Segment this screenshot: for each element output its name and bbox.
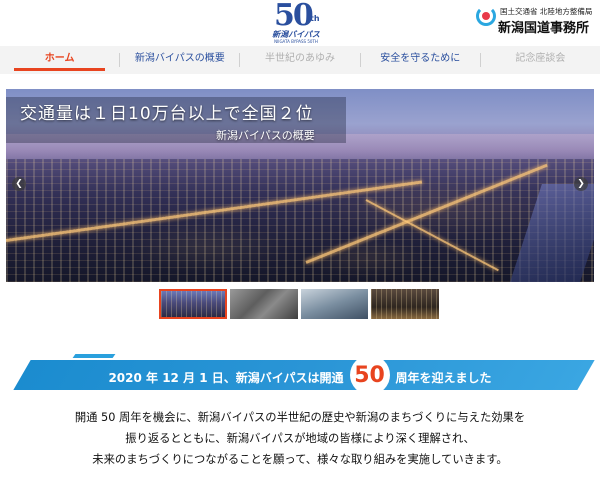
nav-item-home[interactable]: ホーム bbox=[0, 46, 119, 74]
intro-line: 開通 50 周年を機会に、新潟バイパスの半世紀の歴史や新潟のまちづくりに与えた効… bbox=[74, 411, 526, 424]
intro-line: 振り返るとともに、新潟バイパスが地域の皆様により深く理解され、 bbox=[125, 432, 475, 445]
anniversary-banner: 2020 年 12 月 1 日、新潟バイパスは開通 50 周年を迎えました bbox=[0, 352, 600, 395]
hero-subtitle-link[interactable]: 新潟バイパスの概要 bbox=[216, 127, 315, 143]
nav-item-safety[interactable]: 安全を守るために bbox=[361, 46, 480, 74]
main-nav: ホーム 新潟バイパスの概要 半世紀のあゆみ 安全を守るために 記念座談会 bbox=[0, 46, 600, 74]
nav-item-history: 半世紀のあゆみ bbox=[265, 53, 335, 64]
office-name: 新潟国道事務所 bbox=[498, 21, 590, 36]
ministry-label: 国土交通省 北陸地方整備局 bbox=[500, 7, 593, 16]
intro-line: 未来のまちづくりにつながることを願って、様々な取り組みを実施していきます。 bbox=[92, 453, 508, 466]
mlit-emblem-icon bbox=[476, 6, 496, 26]
highway-thumbnail[interactable] bbox=[229, 289, 298, 319]
intro-text: 開通 50 周年を機会に、新潟バイパスの半世紀の歴史や新潟のまちづくりに与えた効… bbox=[0, 407, 600, 470]
banner-stripe bbox=[72, 354, 116, 358]
logo-english: NIIGATA BYPASS 50TH bbox=[274, 39, 318, 44]
banner-text: 2020 年 12 月 1 日、新潟バイパスは開通 50 周年を迎えました bbox=[0, 355, 600, 395]
nav-item-overview[interactable]: 新潟バイパスの概要 bbox=[120, 46, 239, 74]
chevron-right-icon[interactable]: ❯ bbox=[574, 177, 588, 191]
banner-text-after: 周年を迎えました bbox=[395, 370, 492, 385]
hero-slider[interactable]: 交通量は１日10万台以上で全国２位 新潟バイパスの概要 ❮ ❯ bbox=[6, 89, 594, 282]
slider-thumbnails bbox=[159, 289, 440, 319]
anniversary-logo[interactable]: 50 th 新潟バイパス NIIGATA BYPASS 50TH bbox=[264, 0, 328, 44]
thumbnail-texture bbox=[371, 289, 440, 319]
ceremony-thumbnail[interactable] bbox=[371, 289, 440, 319]
chevron-left-icon[interactable]: ❮ bbox=[12, 177, 26, 191]
hero-title: 交通量は１日10万台以上で全国２位 bbox=[20, 104, 314, 124]
thumbnail-texture bbox=[161, 291, 225, 317]
office-logo[interactable]: 国土交通省 北陸地方整備局 新潟国道事務所 bbox=[476, 4, 594, 40]
logo-suffix: th bbox=[310, 14, 320, 23]
anniversary-number-badge: 50 bbox=[349, 355, 390, 395]
road-work-thumbnail[interactable] bbox=[300, 289, 369, 319]
banner-text-before: 2020 年 12 月 1 日、新潟バイパスは開通 bbox=[108, 370, 344, 385]
site-header: 50 th 新潟バイパス NIIGATA BYPASS 50TH 国土交通省 北… bbox=[0, 0, 600, 46]
night-city-thumbnail[interactable] bbox=[159, 289, 227, 319]
hero-city-lights bbox=[6, 159, 594, 282]
nav-item-roundtable: 記念座談会 bbox=[515, 53, 566, 64]
